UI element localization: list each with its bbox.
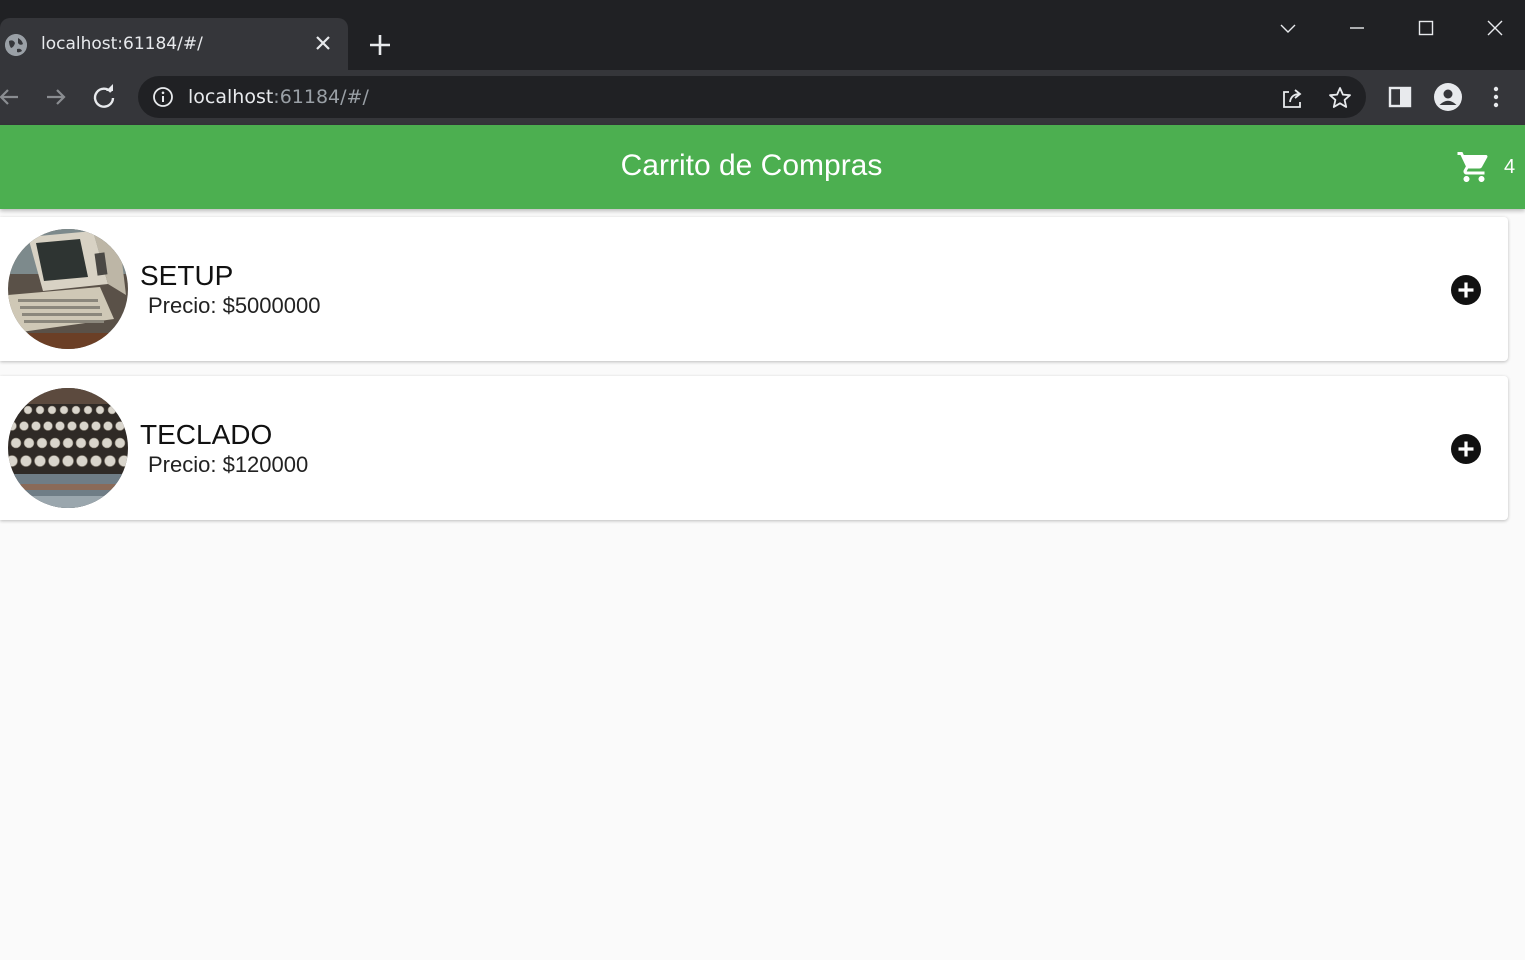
kebab-menu-icon[interactable]: [1482, 83, 1510, 111]
cart-count-badge: 4: [1504, 156, 1516, 178]
product-price: Precio: $5000000: [148, 293, 321, 318]
browser-tab[interactable]: localhost:61184/#/: [0, 18, 348, 70]
tab-title: localhost:61184/#/: [41, 34, 203, 54]
minimize-icon[interactable]: [1343, 14, 1371, 42]
browser-toolbar: localhost:61184/#/: [0, 70, 1525, 125]
add-to-cart-icon[interactable]: [1450, 274, 1482, 306]
url-host: localhost: [188, 86, 274, 108]
product-card-setup: SETUP Precio: $5000000: [0, 217, 1508, 361]
forward-icon[interactable]: [41, 82, 71, 112]
globe-icon: [5, 34, 27, 56]
share-icon[interactable]: [1279, 85, 1305, 111]
shopping-cart-icon[interactable]: [1456, 149, 1492, 185]
app-bar: Carrito de Compras 4: [0, 125, 1525, 209]
page-title: Carrito de Compras: [620, 149, 883, 182]
chevron-down-icon[interactable]: [1274, 14, 1302, 42]
product-price: Precio: $120000: [148, 452, 309, 477]
product-name: SETUP: [140, 260, 234, 291]
url-text: localhost:61184/#/: [188, 86, 369, 108]
maximize-icon[interactable]: [1412, 14, 1440, 42]
product-image: [8, 229, 128, 349]
product-image: [8, 388, 128, 508]
side-panel-icon[interactable]: [1386, 83, 1414, 111]
url-path: :61184/#/: [273, 86, 369, 108]
plus-icon[interactable]: [366, 31, 394, 59]
back-icon[interactable]: [0, 82, 24, 112]
product-card-teclado: TECLADO Precio: $120000: [0, 376, 1508, 520]
product-name: TECLADO: [140, 419, 273, 450]
reload-icon[interactable]: [89, 82, 119, 112]
close-window-icon[interactable]: [1481, 14, 1509, 42]
add-to-cart-icon[interactable]: [1450, 433, 1482, 465]
address-bar[interactable]: localhost:61184/#/: [138, 76, 1366, 118]
profile-icon[interactable]: [1434, 83, 1462, 111]
close-icon[interactable]: [311, 31, 335, 55]
info-icon[interactable]: [152, 86, 174, 108]
browser-titlebar: localhost:61184/#/: [0, 0, 1525, 70]
star-icon[interactable]: [1327, 85, 1353, 111]
